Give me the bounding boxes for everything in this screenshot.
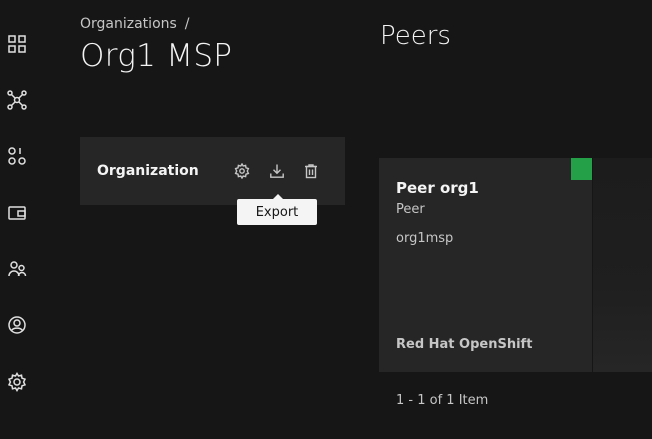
wallet-icon[interactable] [6,202,28,224]
sidebar [0,0,36,439]
delete-icon [305,164,317,179]
settings-icon[interactable] [6,371,28,393]
delete-button[interactable] [301,161,321,181]
export-button[interactable] [267,161,287,181]
breadcrumb: Organizations / [80,16,190,32]
users-icon[interactable] [6,258,28,280]
download-icon [270,164,284,178]
channels-icon[interactable] [6,145,28,167]
breadcrumb-link-organizations[interactable]: Organizations [80,16,177,32]
dashboard-icon[interactable] [6,33,28,55]
peer-card[interactable]: Peer org1 Peer org1msp Red Hat OpenShift [379,158,592,372]
settings-button[interactable] [232,161,252,181]
export-tooltip: Export [237,194,317,225]
settings-icon [234,163,250,179]
organization-label: Organization [97,163,199,179]
user-avatar-icon[interactable] [6,314,28,336]
network-icon[interactable] [6,89,28,111]
background-panel [593,158,652,372]
page-title: Org1 MSP [80,38,233,74]
organization-tile: Organization [80,137,345,205]
peer-msp-id: org1msp [396,231,454,246]
status-indicator [571,158,592,180]
peer-platform: Red Hat OpenShift [396,337,533,352]
pagination-summary: 1 - 1 of 1 Item [396,393,489,408]
peer-type: Peer [396,202,425,217]
peer-name: Peer org1 [396,179,479,197]
peers-section-title: Peers [380,21,451,51]
breadcrumb-separator: / [184,16,190,32]
